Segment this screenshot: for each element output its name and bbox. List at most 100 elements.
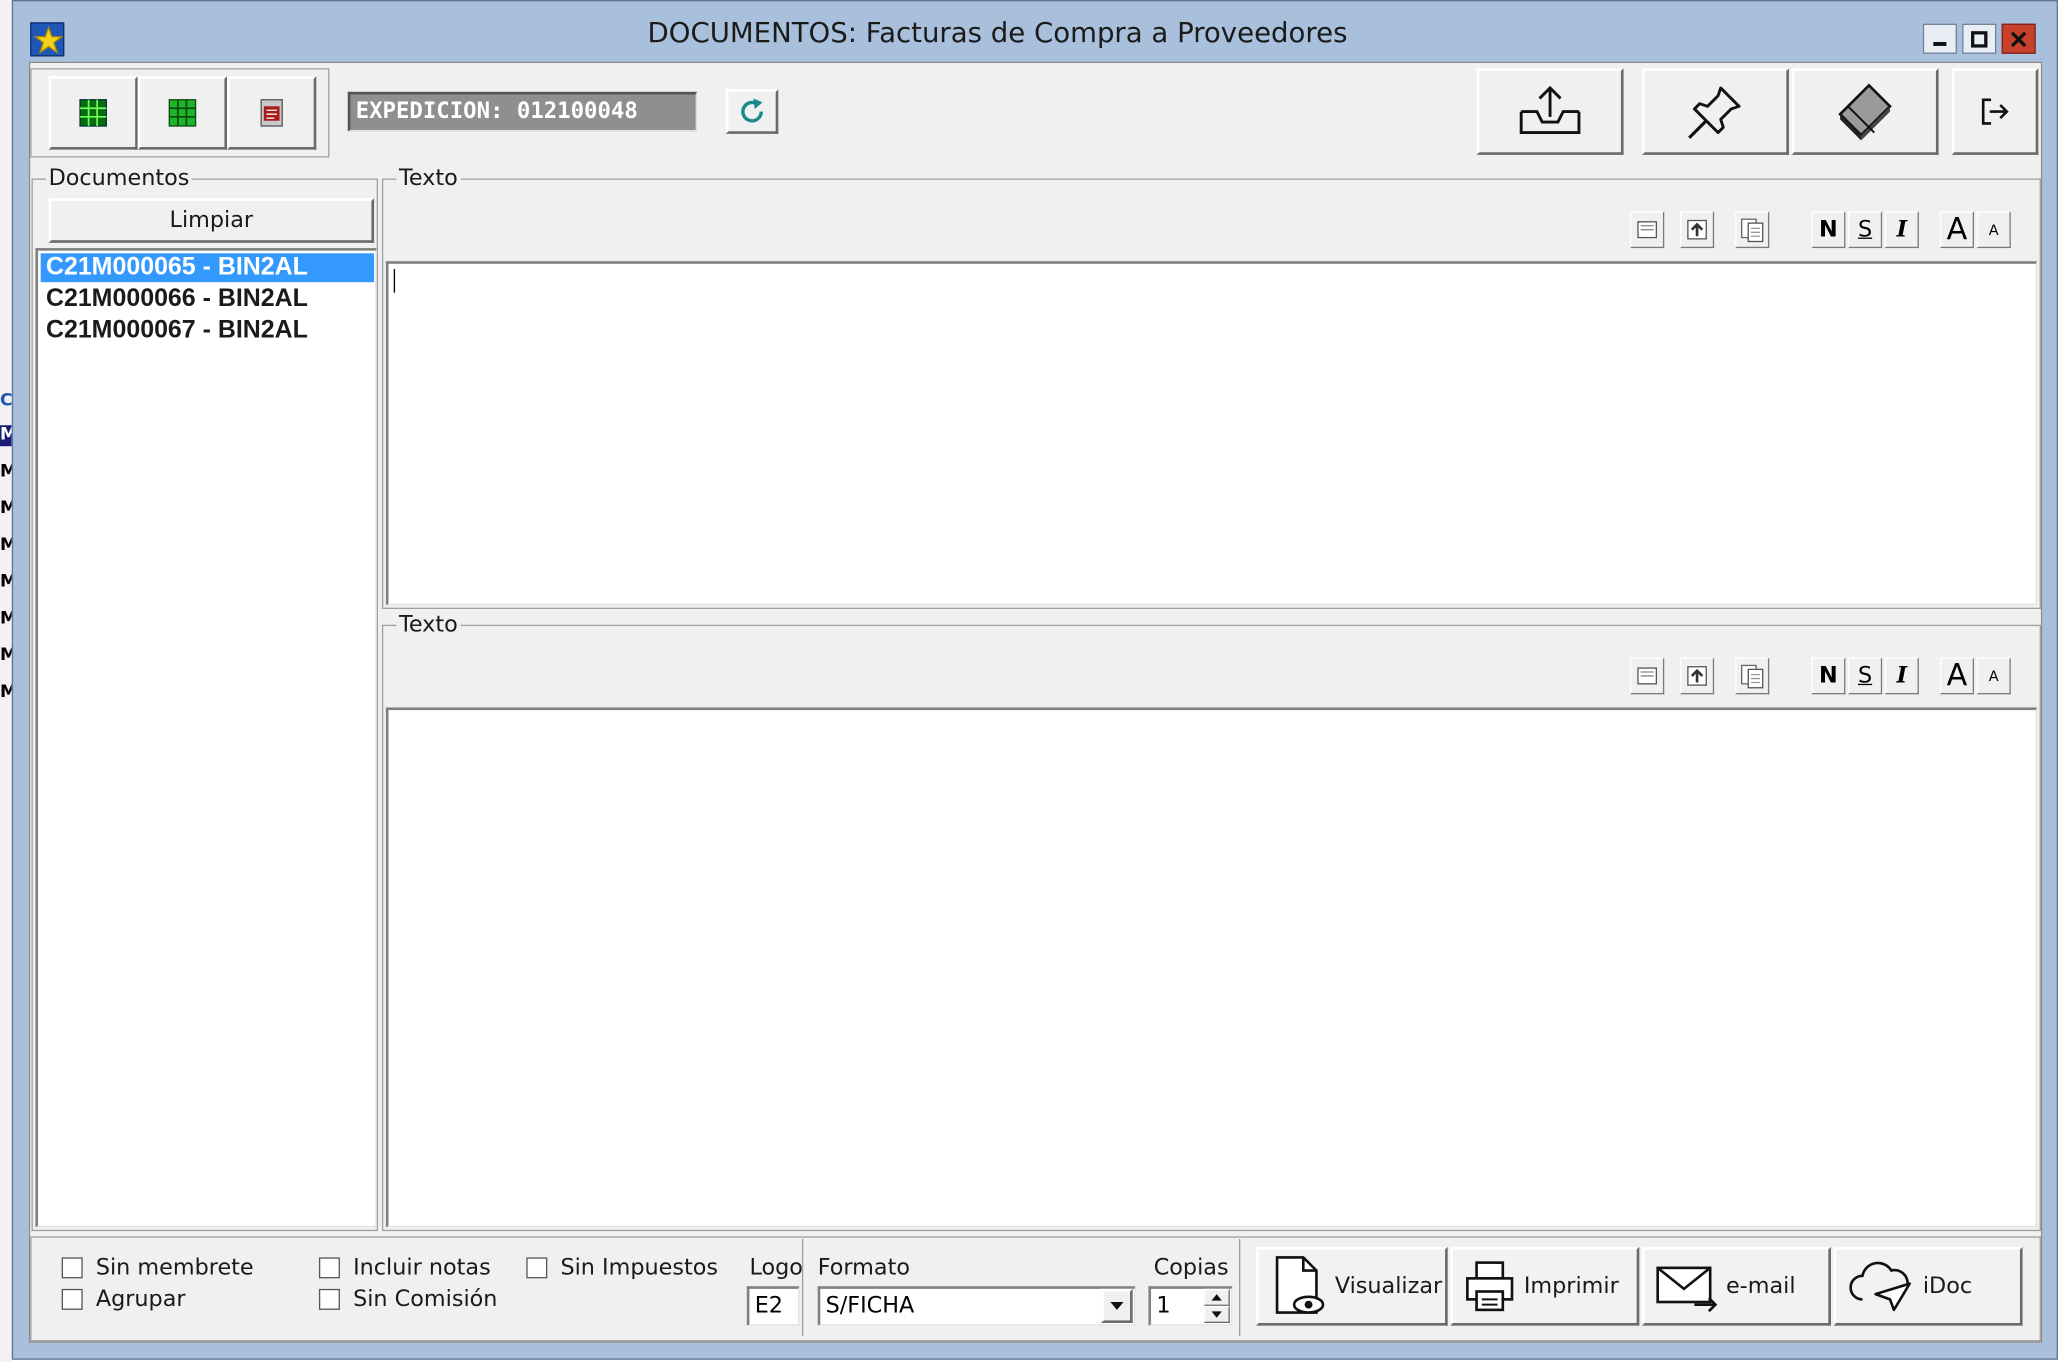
documents-list[interactable]: C21M000065 - BIN2AL C21M000066 - BIN2AL … xyxy=(35,248,377,1228)
maximize-icon xyxy=(1971,30,1988,47)
upload-icon xyxy=(1687,219,1707,240)
text-editor-2[interactable] xyxy=(385,707,2037,1228)
background-char: M xyxy=(0,462,12,483)
refresh-icon xyxy=(741,98,763,123)
font-larger-button[interactable]: A xyxy=(1939,211,1974,249)
sin-comision-checkbox[interactable] xyxy=(318,1288,340,1310)
background-char: M xyxy=(0,572,12,593)
documentos-group: Documentos Limpiar C21M000065 - BIN2AL C… xyxy=(31,165,378,1232)
text-panel-label: Texto xyxy=(396,165,461,192)
window-title: DOCUMENTOS: Facturas de Compra a Proveed… xyxy=(647,17,1348,49)
italic-button[interactable]: I xyxy=(1884,657,1919,695)
insert-note-button[interactable] xyxy=(1630,657,1665,695)
maximize-button[interactable] xyxy=(1962,23,1997,54)
incluir-notas-label: Incluir notas xyxy=(353,1254,491,1281)
arrow-down-icon xyxy=(1211,1311,1222,1318)
imprimir-button[interactable]: Imprimir xyxy=(1450,1246,1640,1326)
text-panel-1: Texto N S I A A xyxy=(381,165,2041,609)
title-bar[interactable]: DOCUMENTOS: Facturas de Compra a Proveed… xyxy=(13,1,2057,61)
incluir-notas-checkbox[interactable] xyxy=(318,1257,340,1279)
upload-button[interactable] xyxy=(1476,68,1624,155)
minimize-icon xyxy=(1933,41,1947,46)
documentos-label: Documentos xyxy=(45,165,193,192)
cloud-send-icon xyxy=(1849,1261,1911,1312)
green-grid-icon xyxy=(168,99,197,127)
email-button[interactable]: e-mail xyxy=(1641,1246,1831,1326)
background-char: M xyxy=(0,425,12,447)
idoc-button[interactable]: iDoc xyxy=(1833,1246,2023,1326)
green-grid-icon xyxy=(79,99,107,127)
expedicion-field: EXPEDICION: 012100048 xyxy=(347,91,697,132)
text-editor-content xyxy=(389,710,2036,721)
copias-down-button[interactable] xyxy=(1203,1305,1230,1323)
copy-text-button[interactable] xyxy=(1735,211,1770,249)
visualizar-label: Visualizar xyxy=(1334,1273,1443,1300)
agrupar-label: Agrupar xyxy=(95,1286,186,1313)
underline-button[interactable]: S xyxy=(1848,657,1883,695)
minimize-button[interactable] xyxy=(1922,23,1957,54)
upload-icon xyxy=(1687,666,1707,686)
font-smaller-button[interactable]: A xyxy=(1976,657,2011,695)
note-icon xyxy=(1637,221,1658,239)
eraser-icon xyxy=(1838,83,1892,141)
close-button[interactable] xyxy=(2001,23,2036,54)
exit-icon xyxy=(1981,98,2009,125)
list-item[interactable]: C21M000067 - BIN2AL xyxy=(41,316,374,345)
background-char: M xyxy=(0,499,12,520)
upload-text-button[interactable] xyxy=(1680,211,1715,249)
visualizar-button[interactable]: Visualizar xyxy=(1256,1246,1448,1326)
exit-button[interactable] xyxy=(1951,68,2039,155)
email-label: e-mail xyxy=(1725,1273,1796,1300)
email-icon xyxy=(1656,1266,1718,1313)
formato-value: S/FICHA xyxy=(825,1292,915,1320)
sin-comision-label: Sin Comisión xyxy=(353,1286,498,1313)
background-char: M xyxy=(0,536,12,557)
eraser-button[interactable] xyxy=(1791,68,1939,155)
text-editor-1[interactable] xyxy=(385,261,2037,606)
font-larger-button[interactable]: A xyxy=(1939,657,1974,695)
arrow-up-icon xyxy=(1211,1294,1222,1301)
upload-tray-icon xyxy=(1519,85,1581,135)
underline-button[interactable]: S xyxy=(1848,211,1883,249)
printer-icon xyxy=(1466,1261,1514,1312)
formato-label: Formato xyxy=(817,1254,910,1281)
insert-note-button[interactable] xyxy=(1630,211,1665,249)
font-smaller-button[interactable]: A xyxy=(1976,211,2011,249)
sin-membrete-label: Sin membrete xyxy=(95,1254,254,1281)
clear-button[interactable]: Limpiar xyxy=(48,198,375,243)
italic-button[interactable]: I xyxy=(1884,211,1919,249)
formato-dropdown-button[interactable] xyxy=(1101,1288,1133,1323)
list-item[interactable]: C21M000065 - BIN2AL xyxy=(40,253,375,283)
background-window-strip: C M M M M M M M M xyxy=(0,0,12,1362)
text-editor-content xyxy=(389,264,2036,275)
documents-window: DOCUMENTOS: Facturas de Compra a Proveed… xyxy=(11,0,2058,1360)
upload-text-button[interactable] xyxy=(1680,657,1715,695)
bold-button[interactable]: N xyxy=(1811,211,1846,249)
copy-text-button[interactable] xyxy=(1735,657,1770,695)
text-cursor xyxy=(393,269,396,293)
sin-impuestos-label: Sin Impuestos xyxy=(560,1254,719,1281)
sin-impuestos-checkbox[interactable] xyxy=(526,1257,548,1279)
formato-select[interactable]: S/FICHA xyxy=(817,1286,1136,1326)
close-icon xyxy=(2010,30,2027,47)
sin-membrete-checkbox[interactable] xyxy=(61,1257,83,1279)
text-panel-label: Texto xyxy=(396,611,461,638)
document-button[interactable] xyxy=(227,76,317,150)
pin-button[interactable] xyxy=(1641,68,1789,155)
preview-icon xyxy=(1275,1256,1325,1314)
copy-icon xyxy=(1741,664,1764,689)
bold-button[interactable]: N xyxy=(1811,657,1846,695)
client-area: EXPEDICION: 012100048 Documentos Limpiar xyxy=(28,61,2043,1343)
idoc-label: iDoc xyxy=(1922,1273,1973,1300)
agrupar-checkbox[interactable] xyxy=(61,1288,83,1310)
logo-field[interactable]: E2 xyxy=(746,1286,800,1326)
list-item[interactable]: C21M000066 - BIN2AL xyxy=(41,285,374,314)
background-char: M xyxy=(0,646,12,667)
copias-up-button[interactable] xyxy=(1203,1288,1230,1306)
pin-icon xyxy=(1688,86,1741,139)
grid-alt-button[interactable] xyxy=(137,76,228,150)
background-char: M xyxy=(0,609,12,630)
refresh-button[interactable] xyxy=(725,89,779,134)
grid-view-button[interactable] xyxy=(48,76,138,150)
imprimir-label: Imprimir xyxy=(1523,1273,1619,1300)
